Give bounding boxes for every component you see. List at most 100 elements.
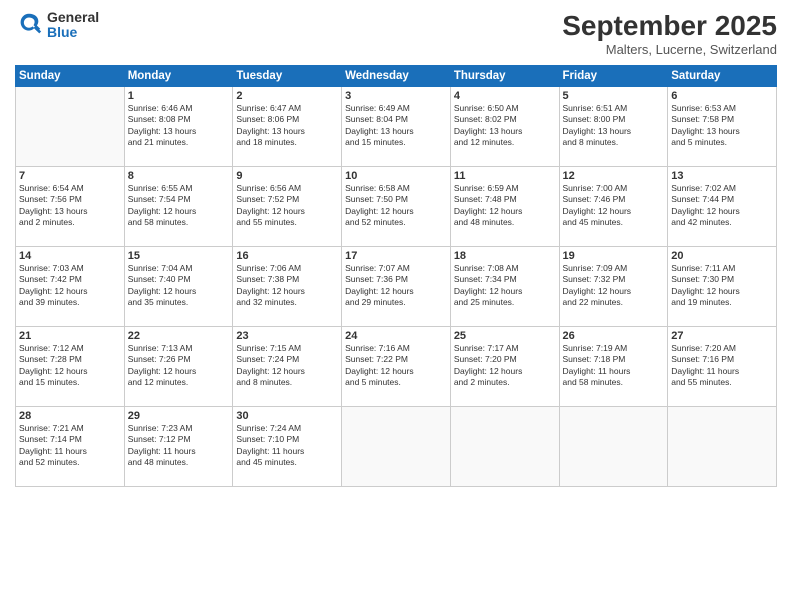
logo-text: General Blue xyxy=(47,10,99,41)
calendar-day-cell: 1Sunrise: 6:46 AM Sunset: 8:08 PM Daylig… xyxy=(124,87,233,167)
calendar-header-row: SundayMondayTuesdayWednesdayThursdayFrid… xyxy=(16,66,777,87)
calendar-week-row: 1Sunrise: 6:46 AM Sunset: 8:08 PM Daylig… xyxy=(16,87,777,167)
calendar-day-cell: 17Sunrise: 7:07 AM Sunset: 7:36 PM Dayli… xyxy=(342,247,451,327)
calendar-day-cell: 6Sunrise: 6:53 AM Sunset: 7:58 PM Daylig… xyxy=(668,87,777,167)
day-info: Sunrise: 6:59 AM Sunset: 7:48 PM Dayligh… xyxy=(454,183,556,229)
day-info: Sunrise: 6:46 AM Sunset: 8:08 PM Dayligh… xyxy=(128,103,230,149)
calendar-day-cell: 18Sunrise: 7:08 AM Sunset: 7:34 PM Dayli… xyxy=(450,247,559,327)
day-info: Sunrise: 6:56 AM Sunset: 7:52 PM Dayligh… xyxy=(236,183,338,229)
day-number: 15 xyxy=(128,250,230,262)
calendar-day-cell: 3Sunrise: 6:49 AM Sunset: 8:04 PM Daylig… xyxy=(342,87,451,167)
calendar-day-cell: 7Sunrise: 6:54 AM Sunset: 7:56 PM Daylig… xyxy=(16,167,125,247)
day-info: Sunrise: 6:47 AM Sunset: 8:06 PM Dayligh… xyxy=(236,103,338,149)
day-info: Sunrise: 6:50 AM Sunset: 8:02 PM Dayligh… xyxy=(454,103,556,149)
day-info: Sunrise: 6:53 AM Sunset: 7:58 PM Dayligh… xyxy=(671,103,773,149)
day-number: 21 xyxy=(19,330,121,342)
day-number: 20 xyxy=(671,250,773,262)
calendar-day-cell: 30Sunrise: 7:24 AM Sunset: 7:10 PM Dayli… xyxy=(233,407,342,487)
day-info: Sunrise: 7:03 AM Sunset: 7:42 PM Dayligh… xyxy=(19,263,121,309)
day-number: 6 xyxy=(671,90,773,102)
day-number: 7 xyxy=(19,170,121,182)
day-info: Sunrise: 7:20 AM Sunset: 7:16 PM Dayligh… xyxy=(671,343,773,389)
calendar-day-cell: 8Sunrise: 6:55 AM Sunset: 7:54 PM Daylig… xyxy=(124,167,233,247)
day-number: 28 xyxy=(19,410,121,422)
day-number: 11 xyxy=(454,170,556,182)
calendar-day-cell: 12Sunrise: 7:00 AM Sunset: 7:46 PM Dayli… xyxy=(559,167,668,247)
calendar-day-cell xyxy=(342,407,451,487)
calendar-day-cell: 13Sunrise: 7:02 AM Sunset: 7:44 PM Dayli… xyxy=(668,167,777,247)
calendar-day-cell: 25Sunrise: 7:17 AM Sunset: 7:20 PM Dayli… xyxy=(450,327,559,407)
page: General Blue September 2025 Malters, Luc… xyxy=(0,0,792,612)
month-title: September 2025 xyxy=(562,10,777,42)
logo-blue-text: Blue xyxy=(47,25,99,40)
calendar-day-cell: 5Sunrise: 6:51 AM Sunset: 8:00 PM Daylig… xyxy=(559,87,668,167)
day-number: 19 xyxy=(563,250,665,262)
calendar-week-row: 14Sunrise: 7:03 AM Sunset: 7:42 PM Dayli… xyxy=(16,247,777,327)
day-number: 14 xyxy=(19,250,121,262)
calendar-day-cell xyxy=(668,407,777,487)
day-info: Sunrise: 7:23 AM Sunset: 7:12 PM Dayligh… xyxy=(128,423,230,469)
calendar-day-cell: 24Sunrise: 7:16 AM Sunset: 7:22 PM Dayli… xyxy=(342,327,451,407)
location: Malters, Lucerne, Switzerland xyxy=(562,42,777,57)
calendar-day-cell: 20Sunrise: 7:11 AM Sunset: 7:30 PM Dayli… xyxy=(668,247,777,327)
day-info: Sunrise: 7:09 AM Sunset: 7:32 PM Dayligh… xyxy=(563,263,665,309)
day-info: Sunrise: 7:11 AM Sunset: 7:30 PM Dayligh… xyxy=(671,263,773,309)
calendar-day-header: Friday xyxy=(559,66,668,87)
calendar-week-row: 7Sunrise: 6:54 AM Sunset: 7:56 PM Daylig… xyxy=(16,167,777,247)
calendar-day-cell: 29Sunrise: 7:23 AM Sunset: 7:12 PM Dayli… xyxy=(124,407,233,487)
day-info: Sunrise: 7:08 AM Sunset: 7:34 PM Dayligh… xyxy=(454,263,556,309)
day-number: 13 xyxy=(671,170,773,182)
calendar-day-cell xyxy=(450,407,559,487)
calendar-day-cell: 15Sunrise: 7:04 AM Sunset: 7:40 PM Dayli… xyxy=(124,247,233,327)
day-info: Sunrise: 7:07 AM Sunset: 7:36 PM Dayligh… xyxy=(345,263,447,309)
day-number: 10 xyxy=(345,170,447,182)
day-number: 9 xyxy=(236,170,338,182)
logo: General Blue xyxy=(15,10,99,41)
day-number: 5 xyxy=(563,90,665,102)
day-info: Sunrise: 7:04 AM Sunset: 7:40 PM Dayligh… xyxy=(128,263,230,309)
day-number: 24 xyxy=(345,330,447,342)
calendar-day-header: Thursday xyxy=(450,66,559,87)
day-info: Sunrise: 7:16 AM Sunset: 7:22 PM Dayligh… xyxy=(345,343,447,389)
day-number: 30 xyxy=(236,410,338,422)
calendar-day-cell: 23Sunrise: 7:15 AM Sunset: 7:24 PM Dayli… xyxy=(233,327,342,407)
logo-general-text: General xyxy=(47,10,99,25)
calendar-day-cell: 10Sunrise: 6:58 AM Sunset: 7:50 PM Dayli… xyxy=(342,167,451,247)
calendar-table: SundayMondayTuesdayWednesdayThursdayFrid… xyxy=(15,65,777,487)
day-info: Sunrise: 7:21 AM Sunset: 7:14 PM Dayligh… xyxy=(19,423,121,469)
logo-icon xyxy=(15,11,43,39)
day-number: 3 xyxy=(345,90,447,102)
day-number: 1 xyxy=(128,90,230,102)
calendar-day-cell: 11Sunrise: 6:59 AM Sunset: 7:48 PM Dayli… xyxy=(450,167,559,247)
calendar-day-cell: 21Sunrise: 7:12 AM Sunset: 7:28 PM Dayli… xyxy=(16,327,125,407)
day-number: 25 xyxy=(454,330,556,342)
day-number: 16 xyxy=(236,250,338,262)
title-block: September 2025 Malters, Lucerne, Switzer… xyxy=(562,10,777,57)
calendar-day-cell: 19Sunrise: 7:09 AM Sunset: 7:32 PM Dayli… xyxy=(559,247,668,327)
calendar-day-header: Tuesday xyxy=(233,66,342,87)
calendar-day-header: Monday xyxy=(124,66,233,87)
calendar-day-cell: 26Sunrise: 7:19 AM Sunset: 7:18 PM Dayli… xyxy=(559,327,668,407)
day-number: 12 xyxy=(563,170,665,182)
calendar-day-cell: 4Sunrise: 6:50 AM Sunset: 8:02 PM Daylig… xyxy=(450,87,559,167)
day-info: Sunrise: 7:15 AM Sunset: 7:24 PM Dayligh… xyxy=(236,343,338,389)
day-info: Sunrise: 6:58 AM Sunset: 7:50 PM Dayligh… xyxy=(345,183,447,229)
calendar-day-cell: 14Sunrise: 7:03 AM Sunset: 7:42 PM Dayli… xyxy=(16,247,125,327)
calendar-day-header: Wednesday xyxy=(342,66,451,87)
day-number: 29 xyxy=(128,410,230,422)
day-number: 4 xyxy=(454,90,556,102)
calendar-day-cell: 9Sunrise: 6:56 AM Sunset: 7:52 PM Daylig… xyxy=(233,167,342,247)
day-number: 17 xyxy=(345,250,447,262)
calendar-day-cell xyxy=(16,87,125,167)
day-info: Sunrise: 7:12 AM Sunset: 7:28 PM Dayligh… xyxy=(19,343,121,389)
day-info: Sunrise: 6:49 AM Sunset: 8:04 PM Dayligh… xyxy=(345,103,447,149)
day-info: Sunrise: 7:13 AM Sunset: 7:26 PM Dayligh… xyxy=(128,343,230,389)
day-info: Sunrise: 7:17 AM Sunset: 7:20 PM Dayligh… xyxy=(454,343,556,389)
day-info: Sunrise: 7:02 AM Sunset: 7:44 PM Dayligh… xyxy=(671,183,773,229)
day-number: 2 xyxy=(236,90,338,102)
calendar-day-cell: 16Sunrise: 7:06 AM Sunset: 7:38 PM Dayli… xyxy=(233,247,342,327)
day-info: Sunrise: 6:54 AM Sunset: 7:56 PM Dayligh… xyxy=(19,183,121,229)
day-info: Sunrise: 6:55 AM Sunset: 7:54 PM Dayligh… xyxy=(128,183,230,229)
calendar-day-cell: 27Sunrise: 7:20 AM Sunset: 7:16 PM Dayli… xyxy=(668,327,777,407)
day-info: Sunrise: 6:51 AM Sunset: 8:00 PM Dayligh… xyxy=(563,103,665,149)
